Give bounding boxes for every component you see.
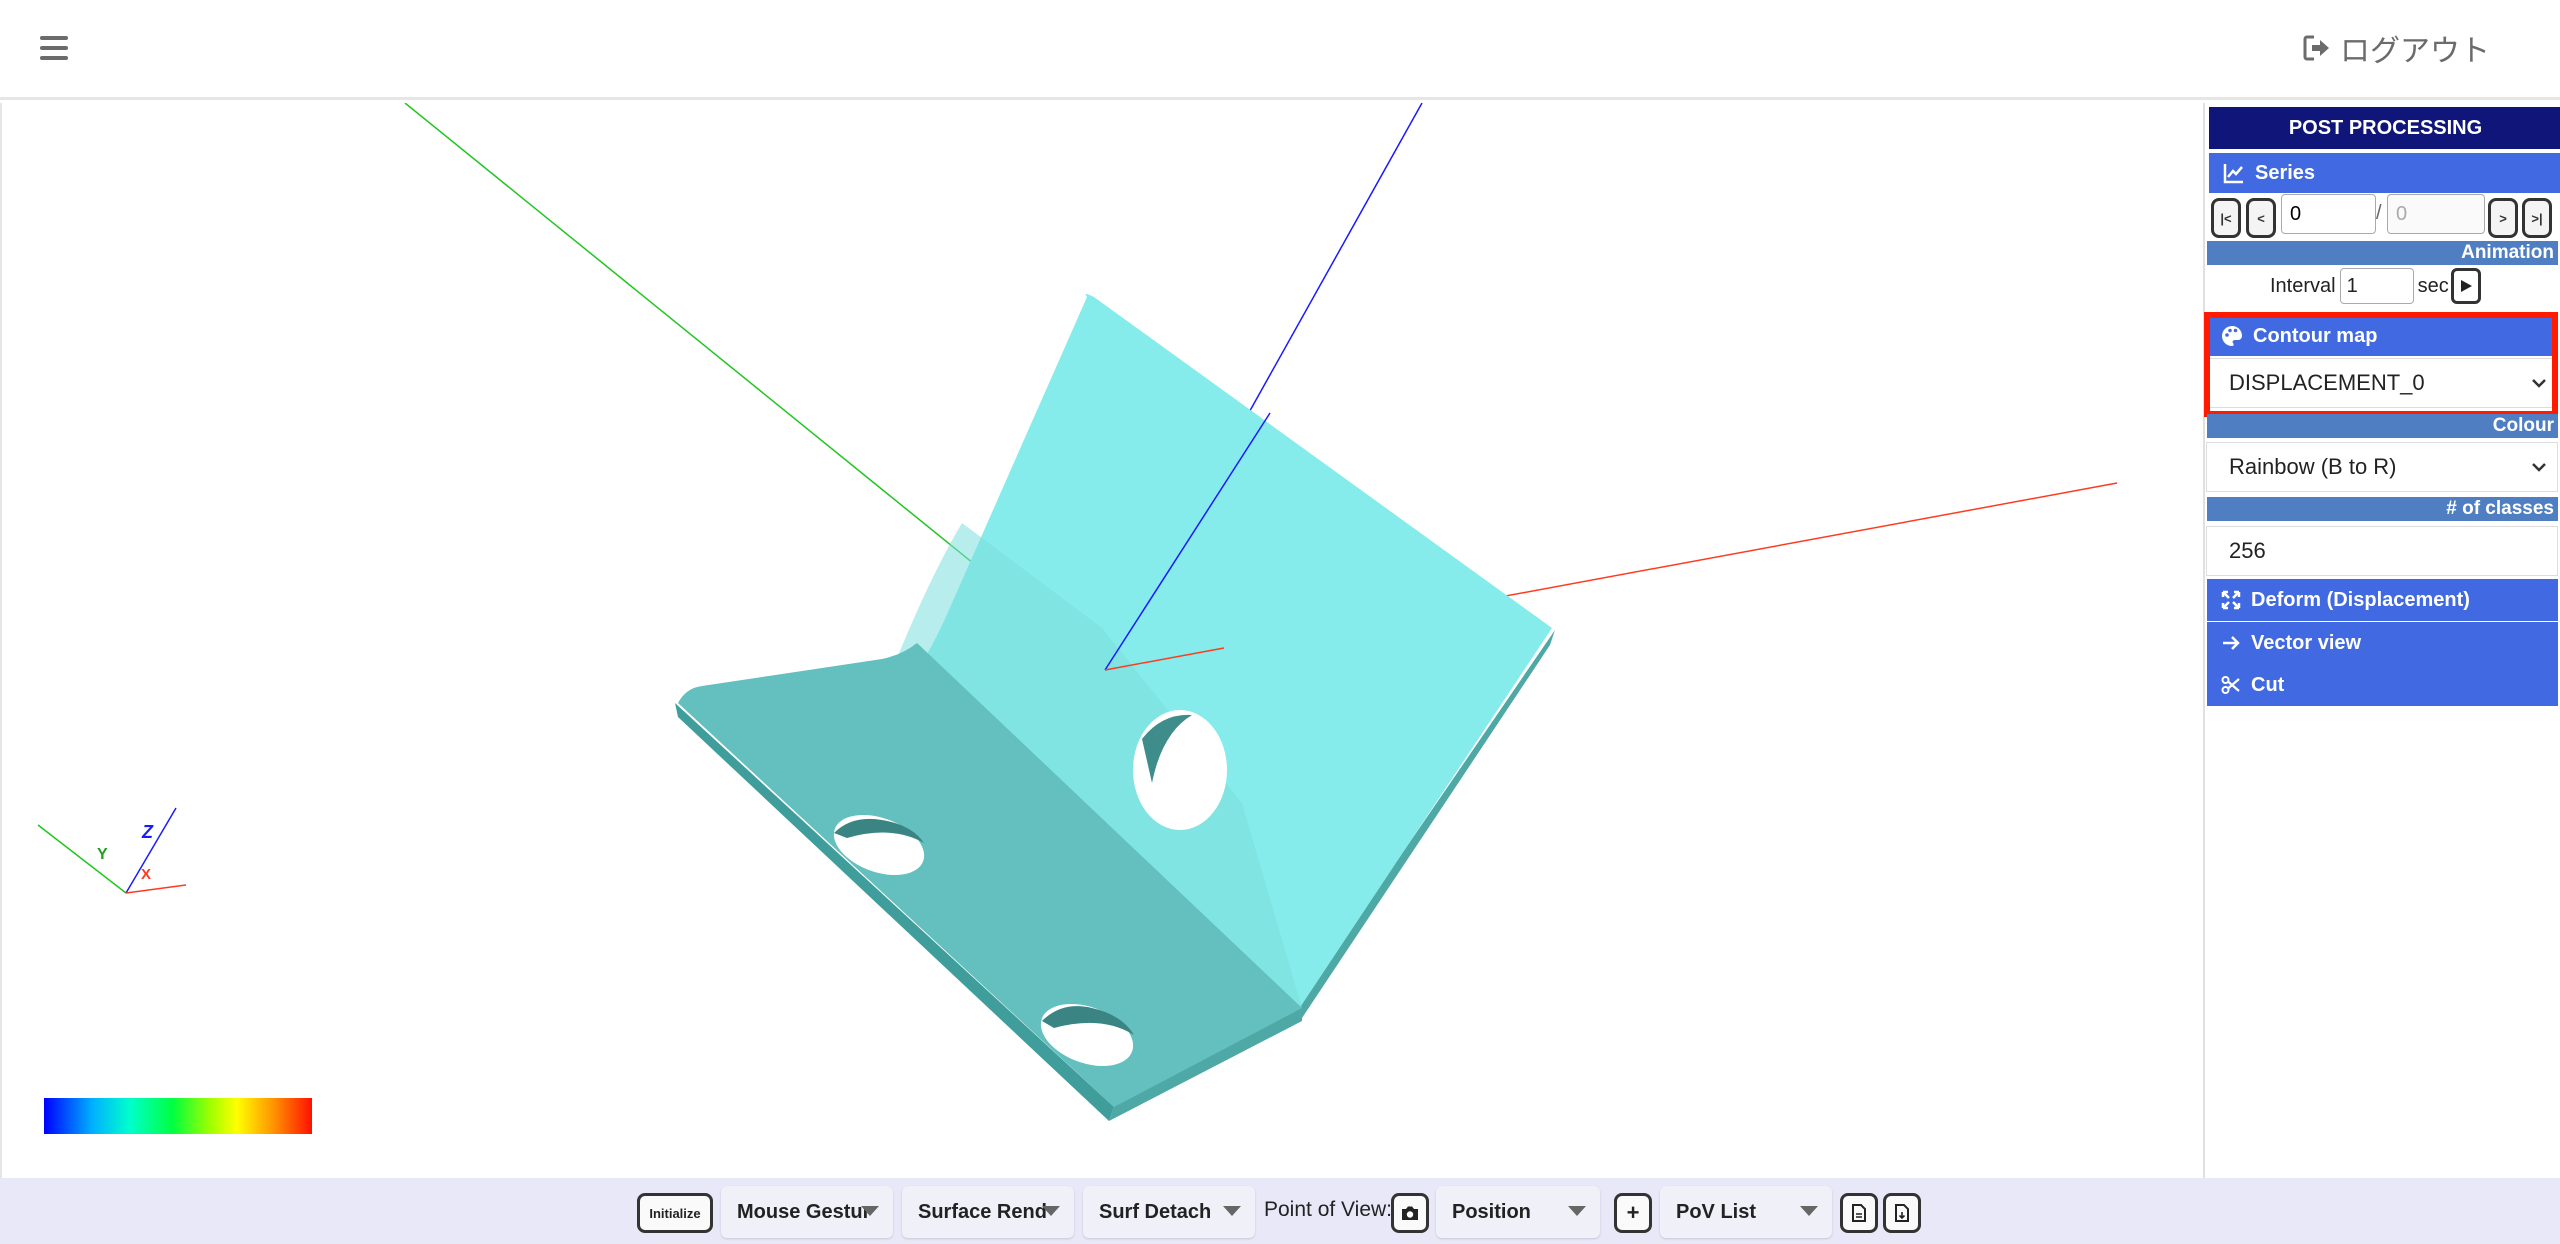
- initialize-button[interactable]: Initialize: [637, 1193, 713, 1233]
- interval-input[interactable]: 1: [2339, 268, 2414, 304]
- series-label: Series: [2255, 161, 2316, 184]
- logout-button[interactable]: ログアウト: [2302, 28, 2490, 68]
- chevron-down-icon: [2532, 463, 2546, 472]
- prev-step-button[interactable]: <: [2246, 198, 2276, 238]
- classes-value: 256: [2229, 538, 2266, 563]
- load-pov-button[interactable]: [1883, 1193, 1921, 1233]
- caret-down-icon: [1042, 1206, 1060, 1216]
- last-step-button[interactable]: >|: [2522, 198, 2552, 238]
- camera-icon: [1402, 1206, 1418, 1220]
- caret-down-icon: [1800, 1206, 1818, 1216]
- first-step-button[interactable]: |<: [2211, 198, 2241, 238]
- top-header: ログアウト: [0, 0, 2560, 100]
- vector-view-label: Vector view: [2251, 631, 2362, 654]
- colour-value: Rainbow (B to R): [2229, 454, 2397, 479]
- next-step-button[interactable]: >: [2488, 198, 2518, 238]
- surf-detach-select[interactable]: Surf Detach: [1083, 1186, 1255, 1238]
- 3d-viewport[interactable]: Y Z X: [0, 103, 2203, 1178]
- interval-row: Interval 1 sec: [2270, 266, 2481, 306]
- play-icon: [2460, 280, 2472, 292]
- classes-input[interactable]: 256: [2206, 526, 2558, 576]
- sign-out-icon: [2303, 35, 2329, 61]
- step-separator: /: [2376, 202, 2382, 224]
- arrow-right-icon: [2223, 636, 2240, 650]
- caret-down-icon: [1223, 1206, 1241, 1216]
- animation-header: Animation: [2207, 241, 2558, 265]
- triad-x-label: X: [141, 866, 151, 883]
- triad-z-label: Z: [141, 822, 154, 842]
- current-step-input[interactable]: 0: [2281, 194, 2376, 234]
- vector-view-button[interactable]: Vector view: [2207, 622, 2558, 664]
- surface-render-value: Surface Rend: [918, 1200, 1047, 1223]
- surface-render-select[interactable]: Surface Rend: [902, 1186, 1074, 1238]
- deform-displacement-button[interactable]: Deform (Displacement): [2207, 579, 2558, 621]
- surf-detach-value: Surf Detach: [1099, 1200, 1212, 1223]
- file-load-icon: [1895, 1204, 1909, 1222]
- pov-list-value: PoV List: [1676, 1200, 1757, 1223]
- series-section-header[interactable]: Series: [2209, 153, 2560, 193]
- hole-vertical: [1133, 710, 1227, 830]
- file-save-icon: [1852, 1204, 1866, 1222]
- pov-list-select[interactable]: PoV List: [1660, 1186, 1832, 1238]
- classes-header: # of classes: [2207, 497, 2558, 521]
- mouse-gesture-select[interactable]: Mouse Gestur: [721, 1186, 893, 1238]
- position-value: Position: [1452, 1200, 1531, 1223]
- expand-icon: [2221, 590, 2241, 610]
- interval-label: Interval: [2270, 274, 2336, 297]
- scene-canvas[interactable]: Y Z X: [2, 103, 2205, 1178]
- colour-select[interactable]: Rainbow (B to R): [2206, 442, 2558, 492]
- line-chart-icon: [2223, 164, 2243, 184]
- pov-label: Point of View:: [1264, 1198, 1393, 1221]
- play-button[interactable]: [2450, 268, 2481, 304]
- interval-unit: sec: [2417, 274, 2449, 297]
- scissors-icon: [2221, 676, 2240, 694]
- deform-label: Deform (Displacement): [2251, 588, 2470, 611]
- position-select[interactable]: Position: [1436, 1186, 1600, 1238]
- camera-button[interactable]: [1391, 1193, 1429, 1233]
- mouse-gesture-value: Mouse Gestur: [737, 1200, 871, 1223]
- caret-down-icon: [1568, 1206, 1586, 1216]
- hamburger-icon[interactable]: [40, 36, 68, 60]
- bracket-part: [675, 294, 1555, 1121]
- cut-button[interactable]: Cut: [2207, 664, 2558, 706]
- axis-triad: Y Z X: [37, 807, 187, 894]
- total-steps-input: 0: [2387, 194, 2485, 234]
- save-pov-button[interactable]: [1840, 1193, 1878, 1233]
- panel-title: POST PROCESSING: [2209, 107, 2560, 149]
- caret-down-icon: [861, 1206, 879, 1216]
- colour-header: Colour: [2207, 414, 2558, 438]
- color-legend-bar: [44, 1098, 312, 1134]
- triad-y-label: Y: [97, 846, 108, 863]
- logout-label: ログアウト: [2340, 35, 2490, 68]
- add-pov-button[interactable]: +: [1614, 1193, 1652, 1233]
- cut-label: Cut: [2251, 673, 2285, 696]
- contour-map-highlight: [2204, 312, 2558, 417]
